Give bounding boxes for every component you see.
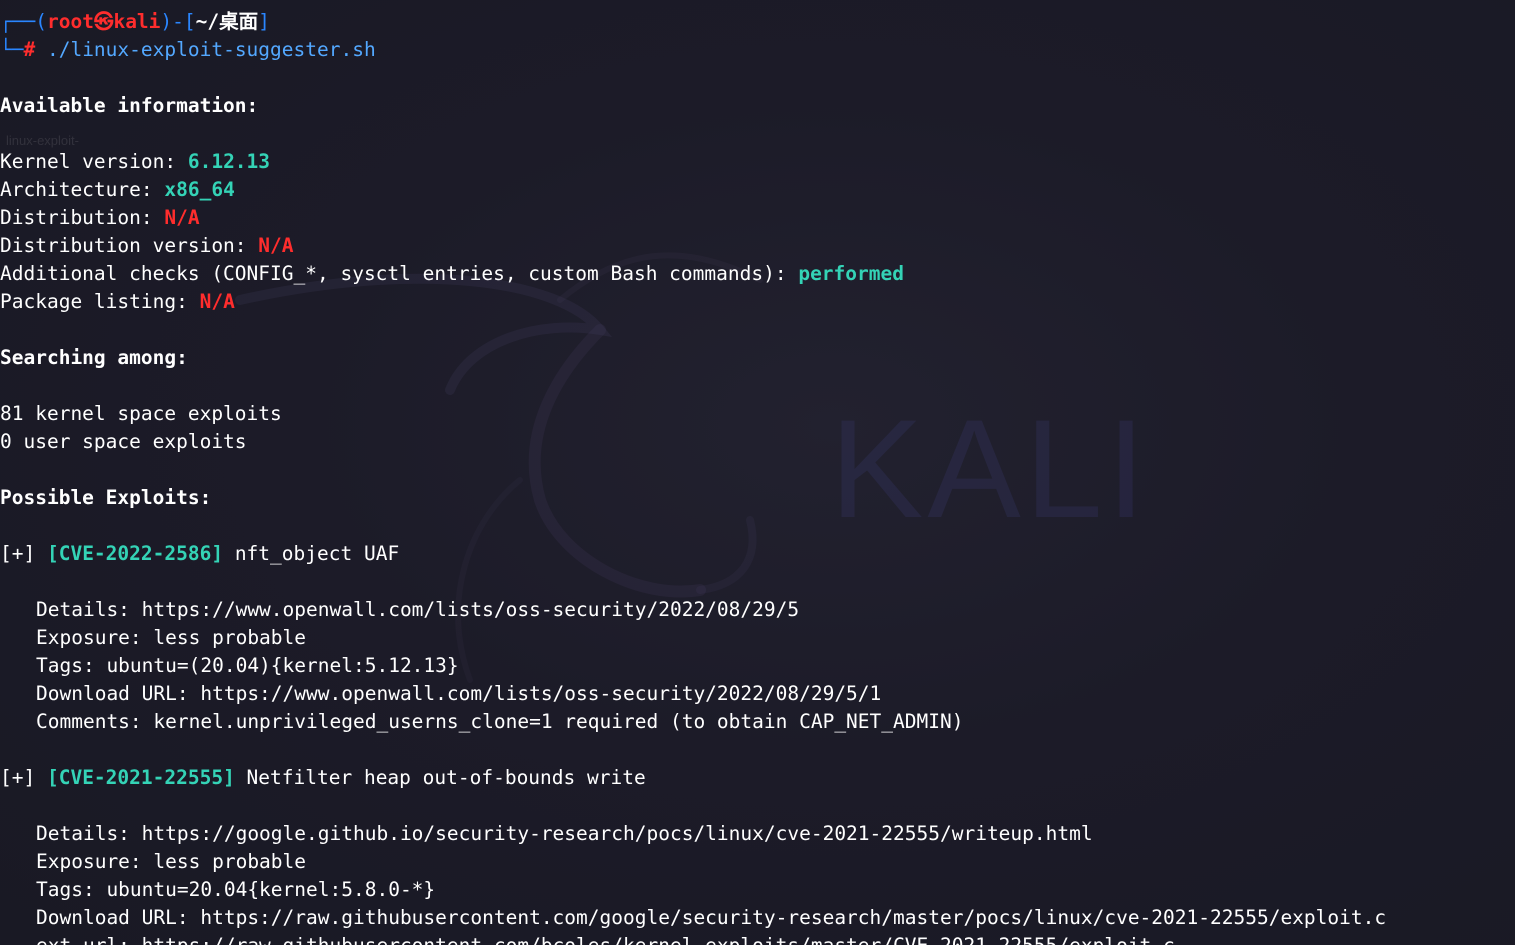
distribution-line: Distribution: N/A bbox=[0, 204, 1515, 232]
package-listing-value: N/A bbox=[199, 290, 235, 313]
additional-checks-line: Additional checks (CONFIG_*, sysctl entr… bbox=[0, 260, 1515, 288]
kernel-exploit-count: 81 kernel space exploits bbox=[0, 402, 282, 425]
user-exploit-count: 0 user space exploits bbox=[0, 430, 247, 453]
prompt-user: root bbox=[46, 10, 94, 33]
architecture-line: Architecture: x86_64 bbox=[0, 176, 1515, 204]
exploit-download-url: Download URL: https://raw.githubusercont… bbox=[36, 906, 1387, 929]
available-heading: Available information: bbox=[0, 94, 259, 117]
prompt-bracket-open: ┌──( bbox=[0, 10, 47, 33]
exploit-prefix: [+] bbox=[0, 766, 47, 789]
exploit-title: [+] [CVE-2022-2586] nft_object UAF bbox=[0, 540, 1515, 568]
package-listing-label: Package listing: bbox=[0, 290, 200, 313]
distribution-version-value: N/A bbox=[258, 234, 294, 257]
prompt-separator: )-[ bbox=[160, 10, 196, 33]
package-listing-line: Package listing: N/A bbox=[0, 288, 1515, 316]
exploit-name: Netfilter heap out-of-bounds write bbox=[234, 766, 646, 789]
exploit-name: nft_object UAF bbox=[223, 542, 400, 565]
searching-heading: Searching among: bbox=[0, 346, 188, 369]
architecture-label: Architecture: bbox=[0, 178, 165, 201]
exploit-comments: Comments: kernel.unprivileged_userns_clo… bbox=[36, 710, 964, 733]
exploit-exposure: Exposure: less probable bbox=[36, 626, 307, 649]
distribution-label: Distribution: bbox=[0, 206, 165, 229]
prompt-corner: └─ bbox=[0, 38, 24, 61]
exploit-tags: Tags: ubuntu=(20.04){kernel:5.12.13} bbox=[36, 654, 459, 677]
kernel-version-value: 6.12.13 bbox=[187, 150, 271, 173]
prompt-at-symbol: ㉿ bbox=[93, 10, 114, 33]
exploit-title: [+] [CVE-2021-22555] Netfilter heap out-… bbox=[0, 764, 1515, 792]
prompt-hash: # bbox=[23, 38, 36, 61]
exploit-tags: Tags: ubuntu=20.04{kernel:5.8.0-*} bbox=[36, 878, 436, 901]
architecture-value: x86_64 bbox=[164, 178, 235, 201]
exploit-exposure: Exposure: less probable bbox=[36, 850, 307, 873]
command-text: ./linux-exploit-suggester.sh bbox=[35, 38, 376, 61]
terminal-output: ┌──(root㉿kali)-[~/桌面] └─# ./linux-exploi… bbox=[0, 8, 1515, 945]
kernel-version-line: Kernel version: 6.12.13 bbox=[0, 148, 1515, 176]
prompt-path: ~/桌面 bbox=[195, 10, 259, 33]
terminal-window[interactable]: KALI linux-exploit- ┌──(root㉿kali)-[~/桌面… bbox=[0, 0, 1515, 945]
additional-checks-value: performed bbox=[798, 262, 904, 285]
command-line[interactable]: └─# ./linux-exploit-suggester.sh bbox=[0, 36, 1515, 64]
distribution-version-line: Distribution version: N/A bbox=[0, 232, 1515, 260]
distribution-version-label: Distribution version: bbox=[0, 234, 259, 257]
kernel-version-label: Kernel version: bbox=[0, 150, 188, 173]
prompt-line: ┌──(root㉿kali)-[~/桌面] bbox=[0, 8, 1515, 36]
possible-exploits-heading: Possible Exploits: bbox=[0, 486, 212, 509]
exploit-cve-id: [CVE-2021-22555] bbox=[46, 766, 235, 789]
exploit-ext-url: ext-url: https://raw.githubusercontent.c… bbox=[0, 932, 1515, 945]
exploit-download-url: Download URL: https://www.openwall.com/l… bbox=[36, 682, 882, 705]
distribution-value: N/A bbox=[164, 206, 200, 229]
exploit-prefix: [+] bbox=[0, 542, 47, 565]
exploit-cve-id: [CVE-2022-2586] bbox=[46, 542, 224, 565]
additional-checks-label: Additional checks (CONFIG_*, sysctl entr… bbox=[0, 262, 799, 285]
prompt-bracket-close: ] bbox=[258, 10, 270, 33]
exploit-details: Details: https://google.github.io/securi… bbox=[36, 822, 1093, 845]
prompt-host: kali bbox=[113, 10, 161, 33]
exploit-details: Details: https://www.openwall.com/lists/… bbox=[36, 598, 800, 621]
